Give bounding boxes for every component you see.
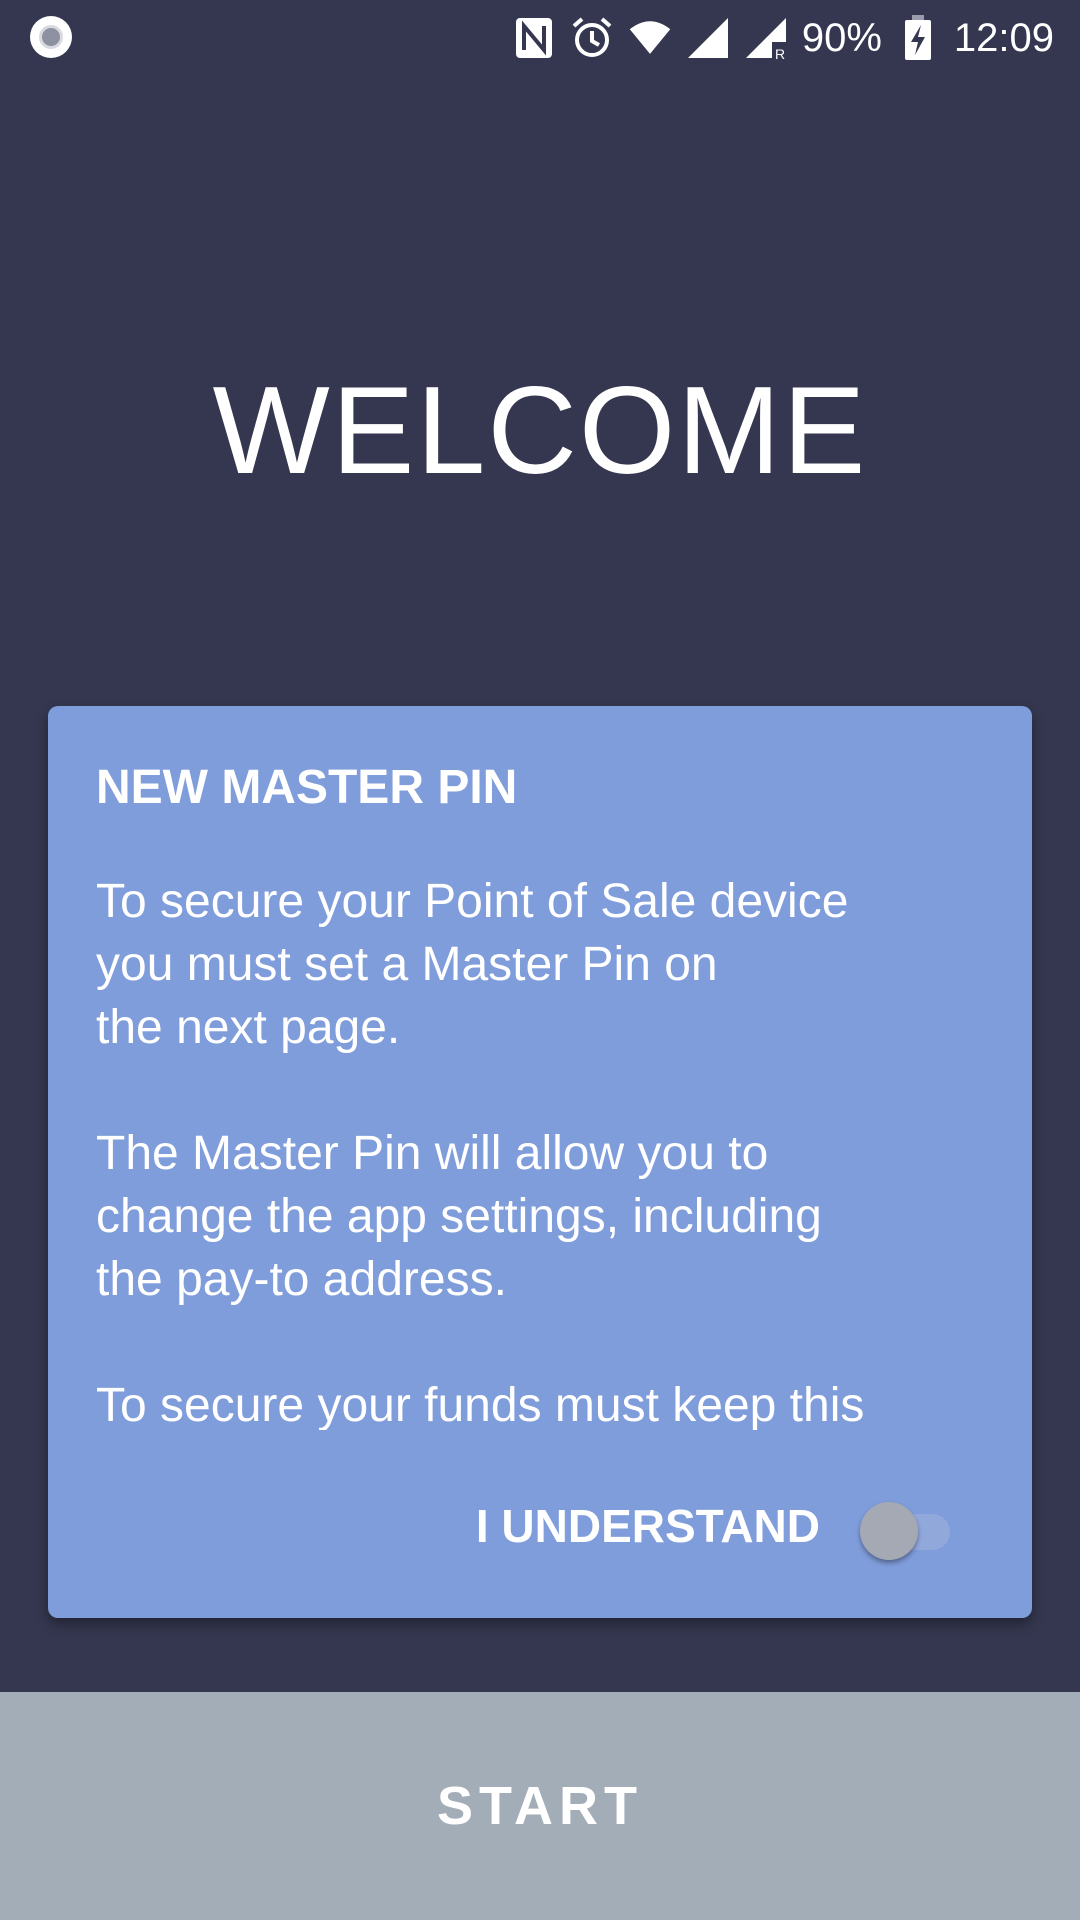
card-paragraph: The Master Pin will allow you to change … bbox=[96, 1127, 822, 1306]
card-body: To secure your Point of Sale device you … bbox=[96, 870, 996, 1430]
battery-charging-icon bbox=[896, 15, 940, 60]
record-icon bbox=[30, 16, 72, 58]
battery-percentage: 90% bbox=[801, 16, 882, 60]
start-button-label: START bbox=[437, 1776, 643, 1836]
start-button[interactable]: START bbox=[0, 1692, 1080, 1920]
card-paragraph: To secure your Point of Sale device you … bbox=[96, 875, 849, 1054]
signal-roaming-icon: R bbox=[744, 16, 788, 60]
toggle-thumb[interactable] bbox=[860, 1502, 918, 1560]
signal-icon bbox=[686, 16, 730, 60]
understand-row: I UNDERSTAND bbox=[475, 1496, 954, 1560]
welcome-title: WELCOME bbox=[212, 362, 868, 500]
master-pin-card: NEW MASTER PIN To secure your Point of S… bbox=[48, 706, 1032, 1618]
status-icons: R 90% 12:09 bbox=[512, 10, 1054, 66]
alarm-icon bbox=[570, 16, 614, 60]
card-title: NEW MASTER PIN bbox=[96, 761, 518, 814]
understand-label: I UNDERSTAND bbox=[475, 1500, 820, 1552]
status-bar: R 90% 12:09 bbox=[0, 0, 1080, 72]
clock: 12:09 bbox=[953, 16, 1054, 60]
understand-toggle[interactable] bbox=[860, 1496, 954, 1560]
svg-text:R: R bbox=[775, 46, 785, 60]
card-paragraph: To secure your funds must keep this bbox=[96, 1379, 865, 1430]
wifi-icon bbox=[628, 16, 672, 60]
nfc-icon bbox=[512, 16, 556, 60]
